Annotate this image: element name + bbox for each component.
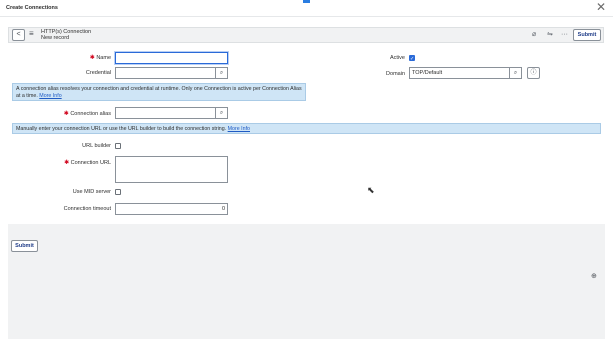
dialog-title: Create Connections xyxy=(6,5,58,11)
close-icon[interactable]: ✕ xyxy=(596,1,606,13)
connection-alias-label: Connection alias xyxy=(70,111,111,117)
url-builder-label: URL builder xyxy=(82,143,111,149)
required-indicator: ✱ xyxy=(89,55,95,61)
credential-search-icon[interactable]: ⌕ xyxy=(215,67,228,79)
alias-info-message: A connection alias resolves your connect… xyxy=(12,83,306,101)
active-label: Active xyxy=(390,55,405,61)
connection-timeout-input[interactable]: 0 xyxy=(115,203,228,215)
connection-alias-search-icon[interactable]: ⌕ xyxy=(215,107,228,119)
record-subtitle: New record xyxy=(41,35,70,41)
domain-label: Domain xyxy=(386,71,405,77)
name-label: Name xyxy=(96,55,111,61)
domain-info-icon[interactable]: ⓘ xyxy=(527,67,540,79)
alias-more-info-link[interactable]: More Info xyxy=(39,93,61,99)
domain-input[interactable]: TOP/Default xyxy=(409,67,510,79)
name-input[interactable] xyxy=(115,52,228,64)
use-mid-server-checkbox[interactable] xyxy=(115,189,121,195)
connection-alias-input[interactable] xyxy=(115,107,216,119)
domain-search-icon[interactable]: ⌕ xyxy=(509,67,522,79)
url-info-text: Manually enter your connection URL or us… xyxy=(16,126,227,132)
url-info-message: Manually enter your connection URL or us… xyxy=(12,123,601,134)
header-submit-button[interactable]: Submit xyxy=(573,29,601,41)
title-bar-accent xyxy=(303,0,310,3)
required-indicator: ✱ xyxy=(63,111,69,117)
attachment-icon[interactable]: ⌀ xyxy=(532,30,536,39)
hamburger-menu-icon[interactable]: ≡ xyxy=(29,29,34,39)
connection-url-textarea[interactable] xyxy=(115,156,228,183)
more-options-icon[interactable]: ··· xyxy=(561,30,568,39)
name-label-row: ✱ Name xyxy=(11,54,111,61)
url-more-info-link[interactable]: More Info xyxy=(228,126,250,132)
active-checkbox[interactable]: ✓ xyxy=(409,55,415,62)
footer-submit-button[interactable]: Submit xyxy=(11,240,38,252)
url-builder-checkbox[interactable] xyxy=(115,143,121,149)
mouse-cursor-icon: ⬉ xyxy=(367,185,375,195)
required-indicator: ✱ xyxy=(64,160,70,166)
use-mid-server-label: Use MID server xyxy=(72,189,111,195)
scroll-to-top-icon[interactable]: ⊕ xyxy=(591,272,597,280)
connection-timeout-label: Connection timeout xyxy=(63,206,111,212)
record-header xyxy=(8,27,604,43)
credential-input[interactable] xyxy=(115,67,216,79)
settings-sliders-icon[interactable]: ⇋ xyxy=(547,30,553,39)
form-footer xyxy=(8,224,605,339)
connection-url-label: Connection URL xyxy=(70,160,111,166)
credential-label: Credential xyxy=(85,70,111,76)
back-button[interactable]: < xyxy=(12,29,25,41)
connection-alias-label-row: ✱ Connection alias xyxy=(11,110,111,117)
connection-url-label-row: ✱ Connection URL xyxy=(11,159,111,166)
